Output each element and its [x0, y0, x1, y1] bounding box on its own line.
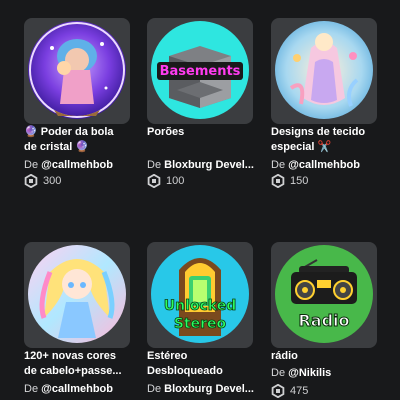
robux-icon [271, 384, 285, 398]
pass-thumbnail[interactable] [24, 242, 130, 348]
basements-art-label: Basements [160, 64, 241, 79]
pass-thumbnail[interactable]: Basements [147, 18, 253, 124]
pass-creator[interactable]: De @Nikilis [271, 366, 379, 380]
basements-room-art: Basements [151, 21, 249, 119]
pass-price: 475 [271, 383, 308, 399]
pass-price: 100 [147, 173, 184, 189]
robux-icon [147, 174, 161, 188]
pass-title[interactable]: Designs de tecido especial ✂️ [271, 125, 383, 155]
pass-title[interactable]: Porões [147, 125, 259, 140]
pass-price: 150 [271, 173, 308, 189]
pass-creator[interactable]: De @callmehbob [24, 382, 132, 396]
fabric-design-art [275, 21, 373, 119]
pass-thumbnail[interactable] [24, 18, 130, 124]
stereo-art-label-2: Stereo [174, 316, 227, 332]
jukebox-art: Unlocked Stereo [151, 245, 249, 343]
stereo-art-label-1: Unlocked [164, 298, 237, 314]
pass-price: 300 [24, 173, 61, 189]
pass-thumbnail[interactable] [271, 18, 377, 124]
pass-thumbnail[interactable]: Radio [271, 242, 377, 348]
pass-title[interactable]: 🔮 Poder da bola de cristal 🔮 [24, 125, 136, 155]
radio-art-label: Radio [298, 311, 349, 330]
boombox-radio-art: Radio [275, 245, 373, 343]
hair-colors-girl-art [28, 245, 126, 343]
robux-icon [24, 174, 38, 188]
pass-creator[interactable]: De Bloxburg Devel... [147, 158, 255, 172]
pass-title[interactable]: Estéreo Desbloqueado [147, 349, 259, 379]
pass-creator[interactable]: De @callmehbob [271, 158, 379, 172]
crystal-ball-girl-art [28, 21, 126, 119]
pass-creator[interactable]: De Bloxburg Devel... [147, 382, 255, 396]
robux-icon [271, 174, 285, 188]
pass-thumbnail[interactable]: Unlocked Stereo [147, 242, 253, 348]
pass-creator[interactable]: De @callmehbob [24, 158, 132, 172]
pass-title[interactable]: rádio [271, 349, 383, 364]
pass-title[interactable]: 120+ novas cores de cabelo+passe... [24, 349, 136, 379]
